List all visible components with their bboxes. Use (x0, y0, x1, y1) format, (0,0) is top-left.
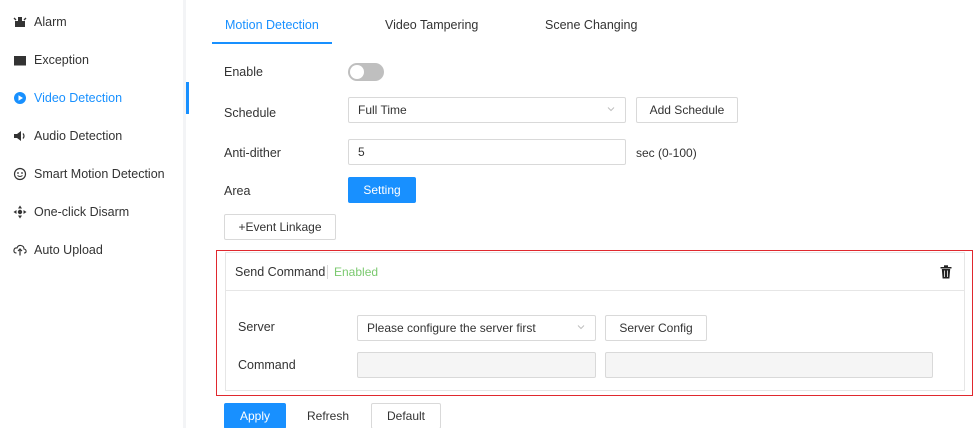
sidebar-item-label: Auto Upload (34, 243, 103, 257)
server-select[interactable]: Please configure the server first (357, 315, 596, 341)
sidebar-item-audio-detection[interactable]: Audio Detection (0, 120, 186, 152)
sidebar: Alarm Exception Video Detection Audio De… (0, 0, 189, 428)
status-badge: Enabled (334, 265, 379, 279)
audio-icon (13, 129, 27, 143)
command-input-2 (605, 352, 933, 378)
command-input-1 (357, 352, 596, 378)
schedule-label: Schedule (224, 106, 277, 120)
apply-button[interactable]: Apply (224, 403, 286, 428)
sidebar-item-label: One-click Disarm (34, 205, 130, 219)
detection-tabs: Motion Detection Video Tampering Scene C… (212, 8, 972, 44)
video-detection-icon (13, 91, 27, 105)
tab-video-tampering[interactable]: Video Tampering (385, 18, 478, 32)
add-schedule-button[interactable]: Add Schedule (636, 97, 738, 123)
sidebar-item-label: Video Detection (34, 91, 123, 105)
server-label: Server (238, 320, 275, 334)
server-config-button[interactable]: Server Config (605, 315, 707, 341)
send-command-panel: Send Command Enabled Server Please confi… (225, 252, 965, 391)
area-setting-button[interactable]: Setting (348, 177, 416, 203)
upload-icon (13, 243, 27, 257)
panel-header: Send Command Enabled (226, 253, 964, 291)
trash-icon[interactable] (940, 265, 952, 279)
event-linkage-button[interactable]: +Event Linkage (224, 214, 336, 240)
sidebar-item-label: Exception (34, 53, 89, 67)
sidebar-item-alarm[interactable]: Alarm (0, 6, 186, 38)
sidebar-item-label: Smart Motion Detection (34, 167, 165, 181)
tab-scene-changing[interactable]: Scene Changing (545, 18, 637, 32)
sidebar-item-exception[interactable]: Exception (0, 44, 186, 76)
antidither-unit: sec (0-100) (636, 146, 697, 160)
title-divider (327, 265, 328, 279)
sidebar-item-label: Alarm (34, 15, 67, 29)
panel-title: Send Command (235, 265, 326, 279)
enable-label: Enable (224, 65, 263, 79)
sidebar-item-smart-motion-detection[interactable]: Smart Motion Detection (0, 158, 186, 190)
server-placeholder: Please configure the server first (367, 321, 536, 335)
schedule-value: Full Time (358, 103, 407, 117)
alarm-icon (13, 15, 27, 29)
antidither-label: Anti-dither (224, 146, 281, 160)
sidebar-item-auto-upload[interactable]: Auto Upload (0, 234, 186, 266)
refresh-button[interactable]: Refresh (294, 403, 362, 428)
sidebar-item-video-detection[interactable]: Video Detection (0, 82, 189, 114)
sidebar-item-one-click-disarm[interactable]: One-click Disarm (0, 196, 186, 228)
antidither-input[interactable]: 5 (348, 139, 626, 165)
chevron-down-icon (577, 325, 585, 330)
toggle-knob (350, 65, 364, 79)
active-tab-indicator (212, 42, 332, 44)
area-label: Area (224, 184, 251, 198)
smart-motion-icon (13, 167, 27, 181)
chevron-down-icon (607, 107, 615, 112)
tab-motion-detection[interactable]: Motion Detection (225, 18, 319, 32)
sidebar-item-label: Audio Detection (34, 129, 123, 143)
disarm-icon (13, 205, 27, 219)
exception-icon (13, 53, 27, 67)
command-label: Command (238, 358, 296, 372)
default-button[interactable]: Default (371, 403, 441, 428)
schedule-select[interactable]: Full Time (348, 97, 626, 123)
enable-toggle[interactable] (348, 63, 384, 81)
